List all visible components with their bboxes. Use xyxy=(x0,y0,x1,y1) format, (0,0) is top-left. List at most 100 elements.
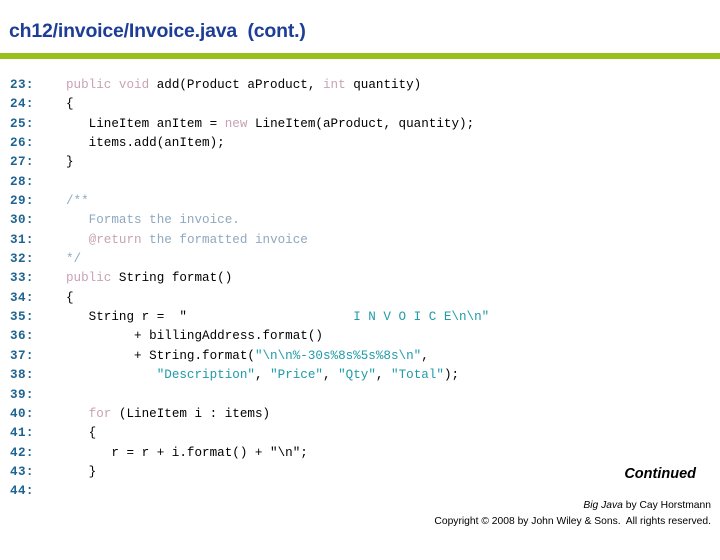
line-content: Formats the invoice. xyxy=(66,213,240,228)
code-line: 33: public String format() xyxy=(0,269,720,288)
line-content: } xyxy=(66,464,97,479)
line-content: String r = " I N V O I C E\n\n" xyxy=(66,308,490,327)
code-line: 35: String r = " I N V O I C E\n\n" xyxy=(0,308,720,327)
token-keyword: new xyxy=(224,116,248,131)
line-number: 23: xyxy=(10,78,34,92)
line-content: { xyxy=(66,290,74,305)
code-listing: 23: public void add(Product aProduct, in… xyxy=(0,76,720,502)
token-plain: (LineItem i : items) xyxy=(111,406,271,421)
line-number: 34: xyxy=(10,290,34,305)
code-line: 41: { xyxy=(0,424,720,443)
line-number: 37: xyxy=(10,348,34,363)
code-line: 38: "Description", "Price", "Qty", "Tota… xyxy=(0,366,720,385)
slide-header: ch12/invoice/Invoice.java (cont.) xyxy=(0,0,720,59)
token-keyword: public xyxy=(66,271,112,286)
line-number: 27: xyxy=(10,155,34,170)
token-comment xyxy=(66,233,89,247)
code-line: 28: xyxy=(0,173,720,192)
code-line: 39: xyxy=(0,386,720,405)
credit-author: by Cay Horstmann xyxy=(622,500,711,511)
line-content: for (LineItem i : items) xyxy=(66,405,270,424)
token-plain: String r = " xyxy=(66,310,354,325)
code-line: 37: + String.format("\n\n%-30s%8s%5s%8s\… xyxy=(0,347,720,366)
line-number: 39: xyxy=(10,387,34,402)
token-string: I N V O I C E\n\n" xyxy=(353,310,490,325)
code-line: 42: r = r + i.format() + "\n"; xyxy=(0,444,720,463)
line-content: */ xyxy=(66,252,82,267)
token-plain: LineItem(aProduct, quantity); xyxy=(247,116,475,131)
line-content: items.add(anItem); xyxy=(66,136,225,151)
line-content: public void add(Product aProduct, int qu… xyxy=(66,76,421,95)
code-line: 30: Formats the invoice. xyxy=(0,211,720,230)
line-number: 35: xyxy=(10,310,34,325)
code-line: 34: { xyxy=(0,289,720,308)
token-keyword: for xyxy=(88,406,112,421)
code-line: 31: @return the formatted invoice xyxy=(0,231,720,250)
token-string: "Price" xyxy=(270,368,323,383)
code-line: 32: */ xyxy=(0,250,720,269)
code-line: 43: } xyxy=(0,463,720,482)
book-title: Big Java xyxy=(583,500,623,511)
token-plain: quantity) xyxy=(345,78,422,92)
line-content: { xyxy=(66,97,74,112)
token-plain: , xyxy=(322,368,339,383)
line-number: 41: xyxy=(10,426,34,441)
token-plain: ); xyxy=(443,368,460,383)
line-content: } xyxy=(66,155,74,170)
line-content: public String format() xyxy=(66,269,232,288)
token-string: "Total" xyxy=(391,368,444,383)
line-number: 33: xyxy=(10,271,34,286)
line-number: 38: xyxy=(10,368,34,383)
line-content: { xyxy=(66,426,97,441)
code-line: 36: + billingAddress.format() xyxy=(0,327,720,346)
line-number: 42: xyxy=(10,445,34,460)
token-string: "Qty" xyxy=(338,368,376,383)
code-line: 26: items.add(anItem); xyxy=(0,134,720,153)
line-number: 25: xyxy=(10,116,34,131)
code-line: 24: { xyxy=(0,95,720,114)
line-number: 36: xyxy=(10,329,34,344)
line-number: 43: xyxy=(10,464,34,479)
page-title: ch12/invoice/Invoice.java (cont.) xyxy=(9,20,306,42)
line-number: 30: xyxy=(10,213,34,228)
line-content: LineItem anItem = new LineItem(aProduct,… xyxy=(66,115,474,134)
line-number: 26: xyxy=(10,136,34,151)
line-content: r = r + i.format() + "\n"; xyxy=(66,445,308,460)
line-number: 40: xyxy=(10,406,34,421)
token-plain: , xyxy=(421,348,429,363)
token-comment: the formatted invoice xyxy=(141,232,308,247)
token-plain: + String.format( xyxy=(66,348,255,363)
token-plain: , xyxy=(254,368,271,383)
credit-line: Big Java by Cay Horstmann xyxy=(583,500,711,511)
token-string: "Description" xyxy=(156,368,255,383)
line-content: + billingAddress.format() xyxy=(66,329,323,344)
line-content: /** xyxy=(66,194,89,209)
code-line: 29: /** xyxy=(0,192,720,211)
token-string: "\n\n%-30s%8s%5s%8s\n" xyxy=(254,348,422,363)
continued-label: Continued xyxy=(624,466,696,482)
code-line: 25: LineItem anItem = new LineItem(aProd… xyxy=(0,115,720,134)
header-divider xyxy=(0,53,720,59)
line-content: "Description", "Price", "Qty", "Total"); xyxy=(66,366,459,385)
token-plain: LineItem anItem = xyxy=(66,116,225,131)
code-line: 27: } xyxy=(0,153,720,172)
token-javadoc-tag: @return xyxy=(88,232,142,247)
line-number: 32: xyxy=(10,252,34,267)
code-line: 23: public void add(Product aProduct, in… xyxy=(0,76,720,95)
line-number: 24: xyxy=(10,97,34,112)
token-plain: , xyxy=(375,368,392,383)
line-number: 44: xyxy=(10,484,34,499)
copyright-notice: Copyright © 2008 by John Wiley & Sons. A… xyxy=(434,516,711,527)
line-content: @return the formatted invoice xyxy=(66,231,308,250)
code-line: 40: for (LineItem i : items) xyxy=(0,405,720,424)
line-number: 28: xyxy=(10,174,34,189)
token-plain: add(Product aProduct, xyxy=(149,78,323,92)
line-content: + String.format("\n\n%-30s%8s%5s%8s\n", xyxy=(66,347,429,366)
token-keyword: public void xyxy=(66,78,150,92)
line-number: 29: xyxy=(10,194,34,209)
token-plain: String format() xyxy=(111,271,233,286)
code-line: 44: xyxy=(0,482,720,501)
line-number: 31: xyxy=(10,232,34,247)
